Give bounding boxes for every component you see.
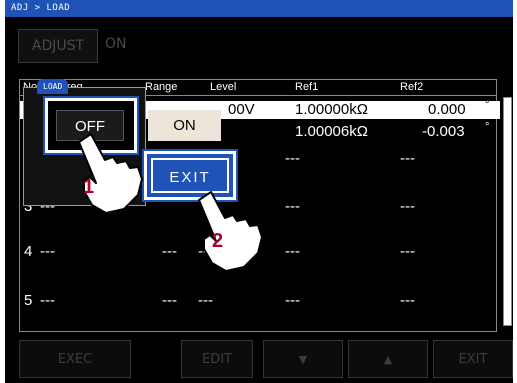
step-2-marker: 2 xyxy=(212,230,224,252)
annotation-overlay xyxy=(78,133,263,272)
step-1-marker: 1 xyxy=(83,176,95,198)
pointing-hand-icon xyxy=(78,133,143,214)
instrument-screen: ADJ > LOAD ADJUST ON No Freq Range Level… xyxy=(5,0,513,383)
pointing-hand-icon xyxy=(198,191,263,272)
